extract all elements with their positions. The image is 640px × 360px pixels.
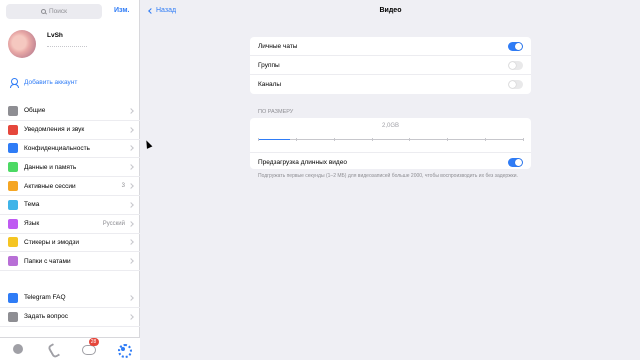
settings-menu: Общие Уведомления и звук Конфиденциальност…	[0, 102, 140, 272]
sticker-icon	[8, 237, 18, 248]
sidebar-item[interactable]: Уведомления и звук	[0, 121, 140, 140]
profile-name: LvSh	[47, 32, 63, 39]
edit-button[interactable]: Изм.	[114, 7, 129, 14]
chevron-right-icon	[128, 313, 134, 320]
sidebar-item-label: Общие	[24, 107, 46, 115]
chevron-right-icon	[128, 202, 134, 208]
sidebar-item-label: Папки с чатами	[24, 257, 71, 265]
profile-phone	[47, 45, 87, 47]
sidebar-item-value: Русский	[102, 220, 125, 227]
sidebar-item[interactable]: Язык Русский	[0, 215, 140, 234]
toggle-switch[interactable]	[508, 60, 523, 70]
help-menu: Telegram FAQ Задать вопрос	[0, 289, 140, 327]
sidebar-item-label: Активные сессии	[24, 182, 76, 190]
search-icon	[40, 9, 46, 14]
toggle-label: Каналы	[258, 81, 282, 88]
main-panel: Назад Видео Личные чаты Группы Каналы ПО Р…	[141, 0, 640, 360]
gear-icon	[8, 105, 18, 116]
slider-tick	[485, 138, 487, 141]
search-input[interactable]: Поиск	[6, 4, 102, 19]
lock-icon	[8, 143, 18, 154]
preload-footnote: Подгружать первые секунды (1–2 МБ) для в…	[258, 173, 518, 179]
nav-bar: Назад Видео	[141, 0, 640, 24]
sidebar-item[interactable]: Папки с чатами	[0, 252, 140, 272]
size-card: 2,0GB Предзагрузка длинных видео	[250, 118, 531, 169]
profile-row[interactable]: LvSh	[0, 24, 140, 68]
search-placeholder: Поиск	[48, 8, 67, 15]
slider-tick	[447, 138, 449, 141]
size-slider[interactable]	[258, 138, 524, 142]
chevron-right-icon	[128, 295, 134, 301]
slider-tick	[295, 138, 297, 141]
preload-toggle[interactable]	[508, 157, 523, 167]
folder-icon	[8, 256, 18, 267]
settings-tab-icon[interactable]	[116, 342, 132, 358]
sidebar: Поиск Изм. LvSh Добавить аккаунт Общие Ув…	[0, 0, 140, 360]
sidebar-item[interactable]: Стикеры и эмодзи	[0, 234, 140, 253]
chevron-right-icon	[128, 145, 134, 152]
chevron-right-icon	[128, 164, 134, 171]
database-icon	[8, 162, 18, 173]
add-account-label: Добавить аккаунт	[24, 79, 78, 86]
slider-tick	[258, 138, 259, 141]
chevron-right-icon	[128, 126, 134, 133]
size-value: 2,0GB	[381, 123, 399, 129]
sidebar-item[interactable]: Telegram FAQ	[0, 289, 140, 308]
sidebar-item-label: Задать вопрос	[24, 313, 68, 321]
chevron-right-icon	[128, 239, 134, 246]
sidebar-item-label: Telegram FAQ	[24, 294, 66, 302]
toggle-label: Группы	[258, 61, 280, 69]
sidebar-item-label: Конфиденциальность	[24, 144, 90, 152]
sidebar-item[interactable]: Данные и память	[0, 158, 140, 178]
page-title: Видео	[379, 7, 402, 14]
slider-tick	[409, 138, 411, 141]
sidebar-item[interactable]: Активные сессии 3	[0, 177, 140, 196]
add-account-button[interactable]: Добавить аккаунт	[10, 78, 78, 88]
sidebar-header: Поиск Изм.	[0, 0, 140, 24]
unread-badge: 28	[88, 338, 99, 346]
preload-label: Предзагрузка длинных видео	[258, 158, 347, 166]
add-user-icon	[10, 78, 19, 88]
sidebar-item-label: Данные и память	[24, 163, 77, 171]
toggle-switch[interactable]	[508, 80, 523, 89]
chevron-right-icon	[128, 108, 134, 114]
sidebar-item[interactable]: Общие	[0, 102, 140, 121]
question-icon	[8, 292, 18, 303]
toggle-label: Личные чаты	[258, 42, 298, 50]
sidebar-item[interactable]: Конфиденциальность	[0, 140, 140, 159]
tab-bar: 28	[0, 337, 140, 360]
slider-fill	[258, 139, 290, 140]
sidebar-item-label: Стикеры и эмодзи	[24, 238, 80, 246]
calls-tab-icon[interactable]	[46, 342, 60, 356]
slider-tick	[523, 138, 524, 141]
contacts-tab-icon[interactable]	[11, 342, 25, 356]
toggle-row[interactable]: Группы	[250, 56, 531, 75]
sidebar-item[interactable]: Тема	[0, 196, 140, 215]
globe-icon	[8, 218, 18, 229]
sidebar-item-value: 3	[121, 183, 125, 190]
brush-icon	[8, 199, 18, 210]
size-section-header: ПО РАЗМЕРУ	[258, 109, 294, 115]
sidebar-item-label: Уведомления и звук	[24, 126, 85, 134]
toggle-switch[interactable]	[508, 41, 523, 51]
sidebar-item-label: Язык	[24, 220, 40, 228]
slider-tick	[371, 138, 373, 141]
toggle-row[interactable]: Каналы	[250, 75, 531, 94]
chevron-right-icon	[128, 220, 134, 227]
avatar	[8, 30, 36, 58]
bell-icon	[8, 124, 18, 135]
chevron-right-icon	[128, 183, 134, 189]
slider-track	[258, 139, 523, 140]
sidebar-item-label: Тема	[24, 201, 40, 209]
toggle-row[interactable]: Личные чаты	[250, 37, 531, 56]
slider-tick	[333, 138, 335, 141]
sidebar-item[interactable]: Задать вопрос	[0, 308, 140, 327]
chats-tab-icon[interactable]: 28	[81, 338, 99, 356]
autodownload-toggles-card: Личные чаты Группы Каналы	[250, 37, 531, 94]
preload-row[interactable]: Предзагрузка длинных видео	[250, 152, 531, 171]
devices-icon	[8, 181, 18, 192]
chevron-right-icon	[128, 258, 134, 265]
chat-bubble-icon	[8, 311, 18, 322]
